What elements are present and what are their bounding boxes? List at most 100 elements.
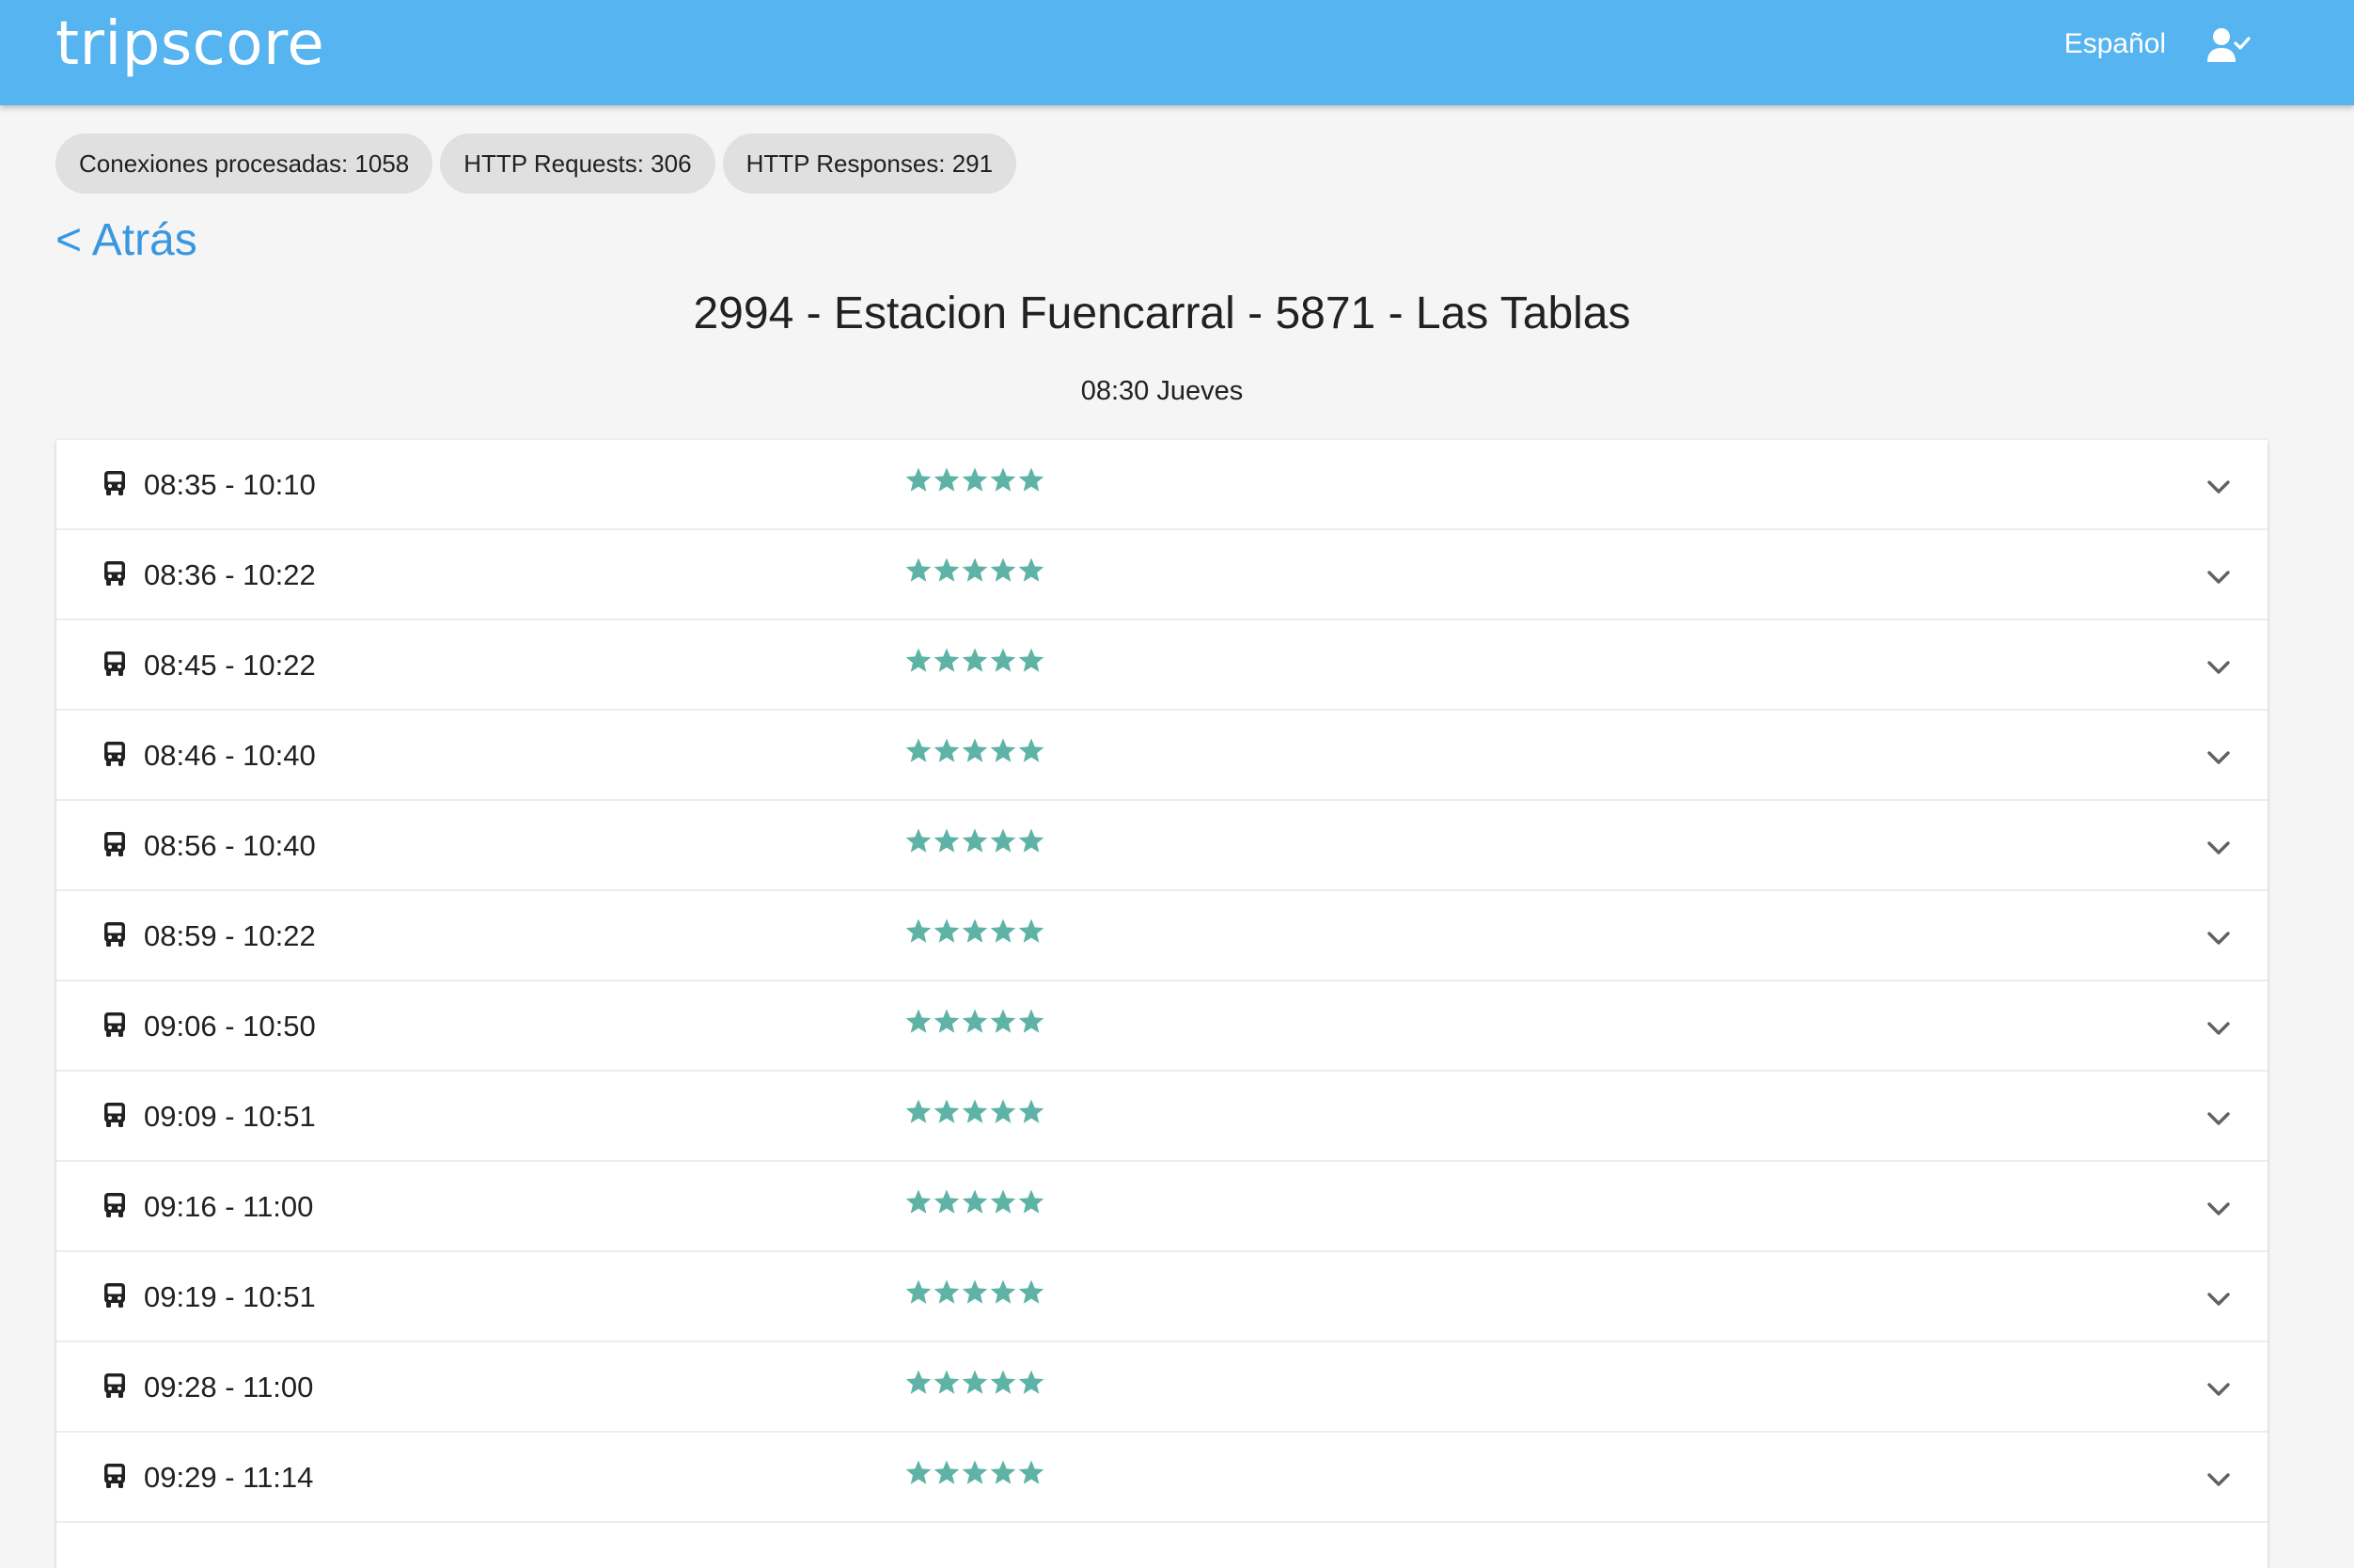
trip-row[interactable]: 09:28 - 11:00 <box>56 1342 2268 1433</box>
trip-time: 08:35 - 10:10 <box>144 468 316 501</box>
star-icon <box>934 918 960 943</box>
star-icon <box>962 1370 988 1394</box>
chevron-down-icon[interactable] <box>2205 1470 2232 1489</box>
trip-row[interactable]: 09:29 - 11:14 <box>56 1433 2268 1523</box>
star-icon <box>1018 828 1044 853</box>
bus-icon <box>104 1464 125 1488</box>
chevron-down-icon[interactable] <box>2205 1380 2232 1399</box>
brand-logo[interactable]: tripscore <box>55 9 324 79</box>
star-icon <box>1018 1460 1044 1484</box>
trip-time: 09:29 - 11:14 <box>144 1461 314 1494</box>
bus-icon <box>104 742 125 766</box>
star-icon <box>990 467 1016 492</box>
chevron-down-icon[interactable] <box>2205 1200 2232 1218</box>
star-icon <box>990 1460 1016 1484</box>
star-icon <box>962 738 988 762</box>
star-icon <box>905 1099 932 1123</box>
star-icon <box>934 1279 960 1304</box>
bus-icon <box>104 1373 125 1398</box>
chevron-down-icon[interactable] <box>2205 839 2232 857</box>
star-rating <box>904 917 1045 948</box>
trip-time: 09:06 - 10:50 <box>144 1010 316 1043</box>
star-icon <box>934 1460 960 1484</box>
trip-row[interactable]: 08:35 - 10:10 <box>56 440 2268 530</box>
bus-icon <box>104 832 125 856</box>
star-icon <box>934 1189 960 1214</box>
chevron-down-icon[interactable] <box>2205 1290 2232 1309</box>
star-icon <box>934 1099 960 1123</box>
bus-icon <box>104 651 125 676</box>
bus-icon <box>104 471 125 495</box>
star-icon <box>990 1189 1016 1214</box>
chevron-down-icon[interactable] <box>2205 929 2232 948</box>
star-icon <box>905 1279 932 1304</box>
star-icon <box>962 1009 988 1033</box>
trip-time: 09:28 - 11:00 <box>144 1371 314 1403</box>
trip-row[interactable]: 08:45 - 10:22 <box>56 620 2268 711</box>
app-header: tripscore Español <box>0 0 2354 105</box>
trip-row[interactable]: 08:59 - 10:22 <box>56 891 2268 981</box>
trip-time: 08:36 - 10:22 <box>144 558 316 591</box>
stats-chips: Conexiones procesadas: 1058 HTTP Request… <box>55 133 1017 194</box>
page-title: 2994 - Estacion Fuencarral - 5871 - Las … <box>693 289 1631 338</box>
star-rating <box>904 1369 1045 1399</box>
star-icon <box>962 467 988 492</box>
star-icon <box>905 557 932 582</box>
star-icon <box>962 1189 988 1214</box>
trip-row[interactable]: 08:56 - 10:40 <box>56 801 2268 891</box>
trip-time: 09:16 - 11:00 <box>144 1190 314 1223</box>
star-icon <box>1018 1279 1044 1304</box>
star-icon <box>905 648 932 672</box>
trip-row[interactable]: 08:46 - 10:40 <box>56 711 2268 801</box>
star-icon <box>990 738 1016 762</box>
star-icon <box>934 1009 960 1033</box>
star-icon <box>962 1279 988 1304</box>
star-icon <box>905 1009 932 1033</box>
star-icon <box>934 738 960 762</box>
star-icon <box>962 1099 988 1123</box>
star-rating <box>904 737 1045 767</box>
star-icon <box>934 557 960 582</box>
star-rating <box>904 1459 1045 1489</box>
chevron-down-icon[interactable] <box>2205 478 2232 496</box>
star-icon <box>1018 1370 1044 1394</box>
star-icon <box>905 738 932 762</box>
star-icon <box>905 828 932 853</box>
language-selector[interactable]: Español <box>2064 28 2166 60</box>
chevron-down-icon[interactable] <box>2205 1109 2232 1128</box>
trip-row[interactable]: 09:16 - 11:00 <box>56 1162 2268 1252</box>
star-rating <box>904 1008 1045 1038</box>
trip-row[interactable]: 09:19 - 10:51 <box>56 1252 2268 1342</box>
star-rating <box>904 557 1045 587</box>
page-subtitle: 08:30 Jueves <box>1080 376 1244 406</box>
trip-row[interactable]: 09:09 - 10:51 <box>56 1072 2268 1162</box>
star-icon <box>1018 1009 1044 1033</box>
trip-time: 08:59 - 10:22 <box>144 919 316 952</box>
trip-row[interactable]: 09:06 - 10:50 <box>56 981 2268 1072</box>
star-icon <box>1018 738 1044 762</box>
star-icon <box>990 918 1016 943</box>
chevron-down-icon[interactable] <box>2205 748 2232 767</box>
star-rating <box>904 1188 1045 1218</box>
star-rating <box>904 1098 1045 1128</box>
person-check-icon[interactable] <box>2207 26 2251 64</box>
bus-icon <box>104 1193 125 1217</box>
chevron-down-icon[interactable] <box>2205 1019 2232 1038</box>
star-icon <box>1018 1099 1044 1123</box>
bus-icon <box>104 1283 125 1308</box>
star-icon <box>934 828 960 853</box>
star-icon <box>905 918 932 943</box>
back-link[interactable]: < Atrás <box>55 214 197 266</box>
star-icon <box>905 1370 932 1394</box>
star-icon <box>962 1460 988 1484</box>
star-rating <box>904 827 1045 857</box>
star-icon <box>990 1279 1016 1304</box>
trip-time: 08:45 - 10:22 <box>144 649 316 682</box>
trip-list: 08:35 - 10:10 08:36 - 10:22 08:45 - 10:22 0… <box>56 440 2268 1568</box>
trip-time: 09:09 - 10:51 <box>144 1100 316 1133</box>
chevron-down-icon[interactable] <box>2205 568 2232 587</box>
trip-row[interactable]: 08:36 - 10:22 <box>56 530 2268 620</box>
trip-time: 08:46 - 10:40 <box>144 739 316 772</box>
star-icon <box>1018 648 1044 672</box>
chevron-down-icon[interactable] <box>2205 658 2232 677</box>
